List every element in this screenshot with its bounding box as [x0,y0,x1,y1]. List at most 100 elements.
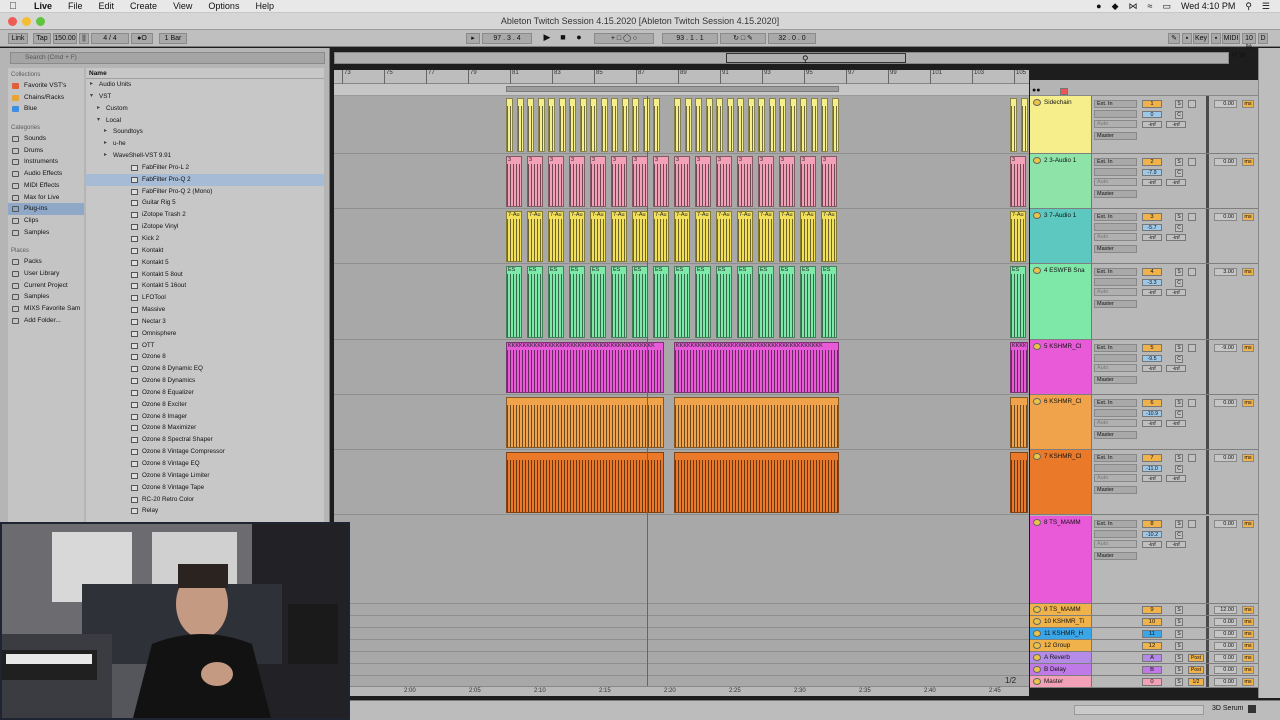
tree-item[interactable]: ▾ Local [86,115,324,127]
tree-item[interactable]: FabFilter Pro-Q 2 [86,173,324,186]
track-name-area[interactable]: 10 KSHMR_Ti [1030,616,1092,627]
play-icon[interactable]: ▶ [540,33,554,44]
chevron-down-icon[interactable]: ▾ [97,115,100,127]
delay-unit-button[interactable]: ms [1242,344,1254,352]
place-item[interactable]: Current Project [8,280,84,292]
tree-item[interactable]: Ozone 8 Maximizer [86,422,324,434]
key-map-button[interactable]: Key [1193,33,1209,44]
monitor-auto-button[interactable]: Auto [1094,233,1137,241]
solo-button[interactable]: S [1175,520,1183,528]
delay-unit-button[interactable]: ms [1242,158,1254,166]
audio-clip[interactable]: 7-Au [716,211,732,262]
track-activator-number[interactable]: 9 [1142,606,1162,614]
solo-button[interactable]: S [1175,213,1183,221]
audio-clip[interactable]: ES [800,266,816,338]
audio-clip[interactable] [558,98,566,152]
midi-map-marker-icon[interactable]: ▪ [1211,33,1221,44]
audio-clip[interactable] [684,98,692,152]
solo-button[interactable]: S [1175,399,1183,407]
loop-start-field[interactable]: 93 . 1 . 1 [662,33,718,44]
delay-unit-button[interactable]: ms [1242,678,1254,686]
audio-clip[interactable] [632,98,639,152]
track-name-area[interactable]: A Reverb [1030,652,1092,663]
delay-unit-button[interactable]: ms [1242,213,1254,221]
tree-item[interactable]: Kontakt 5 [86,257,324,269]
audio-clip[interactable]: 3 [506,156,522,207]
loop-tools[interactable]: ↻ □ ✎ [720,33,766,44]
audio-clip[interactable]: 7-Au [569,211,585,262]
monitor-auto-button[interactable]: Auto [1094,120,1137,128]
tree-item[interactable]: ▾ VST [86,91,324,103]
input-channel-select[interactable] [1094,464,1137,472]
tree-item[interactable]: Kontakt [86,245,324,257]
track-volume[interactable]: -10.9 [1142,410,1162,417]
audio-clip[interactable] [768,98,776,152]
track-name-area[interactable]: 2 3-Audio 1 [1030,154,1092,208]
audio-clip[interactable]: ES [695,266,711,338]
audio-clip[interactable]: ES [548,266,564,338]
send-a-value[interactable]: -inf [1142,365,1162,372]
tree-item[interactable]: iZotope Vinyl [86,221,324,233]
audio-clip[interactable]: ES [779,266,795,338]
place-item[interactable]: User Library [8,268,84,280]
audio-to-select[interactable]: Master [1094,300,1137,308]
audio-from-select[interactable]: Ext. In [1094,344,1137,352]
send-b-value[interactable]: -inf [1166,420,1186,427]
menu-view[interactable]: View [165,1,200,11]
track-name[interactable]: 7 KSHMR_Cl [1044,453,1081,460]
send-a-value[interactable]: -inf [1142,179,1162,186]
input-channel-select[interactable] [1094,110,1137,118]
group-lane[interactable] [334,652,1029,664]
track-activator-number[interactable]: A [1142,654,1162,662]
tree-item[interactable]: ▸ WaveShell-VST 9.91 [86,150,324,162]
tree-item[interactable]: Relay [86,505,324,517]
track-volume[interactable]: 0 [1142,111,1162,118]
audio-clip[interactable]: 7-Au [779,211,795,262]
send-b-value[interactable]: -inf [1166,234,1186,241]
audio-clip[interactable]: 7-Au [695,211,711,262]
track-activator-number[interactable]: 10 [1142,618,1162,626]
track-lane[interactable]: 7-Au 7-Au 7-Au 7-Au 7-Au 7-Au 7-Au 7-Au 7-Au 7-Au… [334,209,1029,264]
solo-button[interactable]: S [1175,158,1183,166]
minimize-window-icon[interactable] [22,17,31,26]
audio-clip[interactable]: ES [590,266,606,338]
track-delay-value[interactable]: 0.00 [1214,642,1237,650]
track-delay-value[interactable]: 12.00 [1214,606,1237,614]
tree-item[interactable]: Ozone 8 Dynamic EQ [86,363,324,375]
group-lane[interactable] [334,604,1029,616]
delay-unit-button[interactable]: ms [1242,100,1254,108]
track-activator-icon[interactable] [1033,212,1041,219]
place-item[interactable]: Samples [8,291,84,303]
tree-item[interactable]: Ozone 8 Equalizer [86,387,324,399]
audio-to-select[interactable]: Master [1094,552,1137,560]
track-name[interactable]: 12 Group [1044,642,1070,649]
audio-clip[interactable]: ES [569,266,585,338]
arm-indicator-icon[interactable] [1060,88,1068,95]
category-item[interactable]: Samples [8,227,84,239]
track-delay-value[interactable]: 0.00 [1214,158,1237,166]
group-lane[interactable] [334,616,1029,628]
send-b-value[interactable]: -inf [1166,179,1186,186]
audio-clip[interactable] [810,98,818,152]
audio-clip[interactable]: ES [527,266,543,338]
pan-center[interactable]: C [1175,355,1183,363]
collection-item[interactable]: Blue [8,103,84,115]
input-channel-select[interactable] [1094,409,1137,417]
audio-clip[interactable] [569,98,576,152]
audio-clip[interactable]: 7-Au [821,211,837,262]
audio-clip[interactable]: 7-Au [737,211,753,262]
solo-button[interactable]: S [1175,642,1183,650]
delay-unit-button[interactable]: ms [1242,630,1254,638]
audio-clip[interactable]: ES [716,266,732,338]
send-b-value[interactable]: -inf [1166,121,1186,128]
pan-center[interactable]: C [1175,111,1183,119]
delay-unit-button[interactable]: ms [1242,520,1254,528]
chevron-right-icon[interactable]: ▸ [104,126,107,138]
return-track-header[interactable]: B Delay B S Post 0.00 ms [1030,664,1258,676]
audio-clip[interactable] [653,98,660,152]
track-header[interactable]: 2 3-Audio 1 Ext. In Auto Master 2 S -7.9 C -inf -… [1030,154,1258,209]
arrangement-lanes[interactable]: 3 3 3 3 3 3 3 3 3 3 3 3 3 3 3 3 3 7-Au 7-Au 7-Au 7-Au 7-Au 7-A… [334,96,1029,688]
tree-item[interactable]: ▸ Soundtoys [86,126,324,138]
audio-clip[interactable]: 3 [716,156,732,207]
track-name[interactable]: 5 KSHMR_Cl [1044,343,1081,350]
